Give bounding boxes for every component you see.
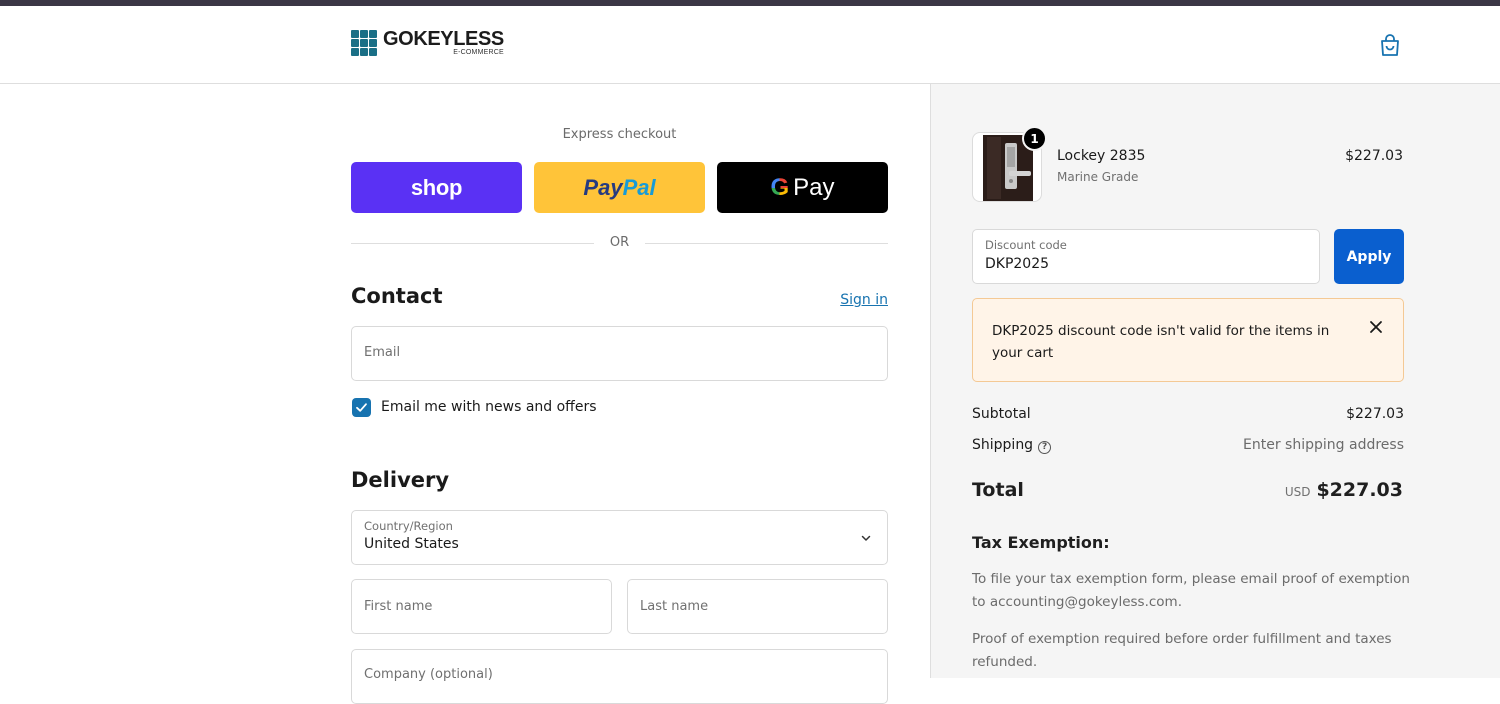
last-name-placeholder: Last name <box>640 599 709 614</box>
newsletter-checkbox[interactable] <box>352 398 371 417</box>
newsletter-label: Email me with news and offers <box>381 399 597 415</box>
subtotal-row: Subtotal $227.03 <box>972 406 1404 422</box>
discount-code-value: DKP2025 <box>985 256 1050 272</box>
email-placeholder: Email <box>364 345 401 360</box>
discount-code-field[interactable]: Discount code DKP2025 <box>972 229 1320 284</box>
discount-error-message: DKP2025 discount code isn't valid for th… <box>992 323 1330 361</box>
tax-exemption-text: To file your tax exemption form, please … <box>972 571 1410 610</box>
subtotal-value: $227.03 <box>1346 406 1404 422</box>
subtotal-label: Subtotal <box>972 406 1031 422</box>
shop-pay-button[interactable]: shop <box>351 162 522 213</box>
google-pay-button[interactable]: G Pay <box>717 162 888 213</box>
google-g-icon: G <box>770 173 790 201</box>
country-value: United States <box>364 536 459 552</box>
header: GOKEYLESS E-COMMERCE <box>0 6 1500 84</box>
paypal-button[interactable]: Pay Pal <box>534 162 705 213</box>
delivery-title: Delivery <box>351 468 450 492</box>
shipping-value: Enter shipping address <box>1243 437 1404 453</box>
shipping-label: Shipping <box>972 437 1034 453</box>
logo-grid-icon <box>351 30 377 58</box>
total-amount: USD $227.03 <box>1285 479 1403 501</box>
shopping-bag-icon[interactable] <box>1379 33 1401 57</box>
apply-button[interactable]: Apply <box>1334 229 1404 284</box>
last-name-field[interactable]: Last name <box>627 579 888 634</box>
close-icon[interactable] <box>1369 320 1383 334</box>
shop-pay-label: shop <box>410 174 463 200</box>
quantity-badge: 1 <box>1022 126 1047 151</box>
discount-error-banner: DKP2025 discount code isn't valid for th… <box>972 298 1404 382</box>
total-currency: USD <box>1284 485 1311 499</box>
total-label: Total <box>972 479 1024 501</box>
country-label: Country/Region <box>364 519 453 533</box>
company-field[interactable]: Company (optional) <box>351 649 888 704</box>
sign-in-link[interactable]: Sign in <box>840 292 888 308</box>
paypal-label-part1: Pay <box>583 174 623 200</box>
product-price: $227.03 <box>1345 148 1403 164</box>
express-checkout-label: Express checkout <box>562 127 677 142</box>
order-summary: 1 Lockey 2835 Marine Grade $227.03 Disco… <box>930 84 1500 678</box>
paypal-label-part2: Pal <box>622 174 656 200</box>
total-value: $227.03 <box>1316 479 1403 501</box>
contact-title: Contact <box>351 284 443 308</box>
chevron-down-icon <box>861 535 871 541</box>
discount-code-label: Discount code <box>985 238 1067 252</box>
country-select[interactable]: Country/Region United States <box>351 510 888 565</box>
first-name-field[interactable]: First name <box>351 579 612 634</box>
google-pay-label: Pay <box>793 173 835 201</box>
company-placeholder: Company (optional) <box>364 667 493 682</box>
first-name-placeholder: First name <box>364 599 433 614</box>
tax-exemption-note: Proof of exemption required before order… <box>972 631 1392 670</box>
product-variant: Marine Grade <box>1057 170 1139 184</box>
shipping-row: Shipping? Enter shipping address <box>972 437 1404 454</box>
or-divider: OR <box>351 234 888 252</box>
email-field[interactable]: Email <box>351 326 888 381</box>
tax-exemption-title: Tax Exemption: <box>972 533 1110 552</box>
brand-name: GOKEYLESS <box>383 28 504 50</box>
brand-logo[interactable]: GOKEYLESS E-COMMERCE <box>351 29 504 63</box>
help-icon[interactable]: ? <box>1038 441 1052 454</box>
checkmark-icon <box>356 403 367 412</box>
brand-subtitle: E-COMMERCE <box>453 49 504 56</box>
product-name: Lockey 2835 <box>1057 148 1146 164</box>
